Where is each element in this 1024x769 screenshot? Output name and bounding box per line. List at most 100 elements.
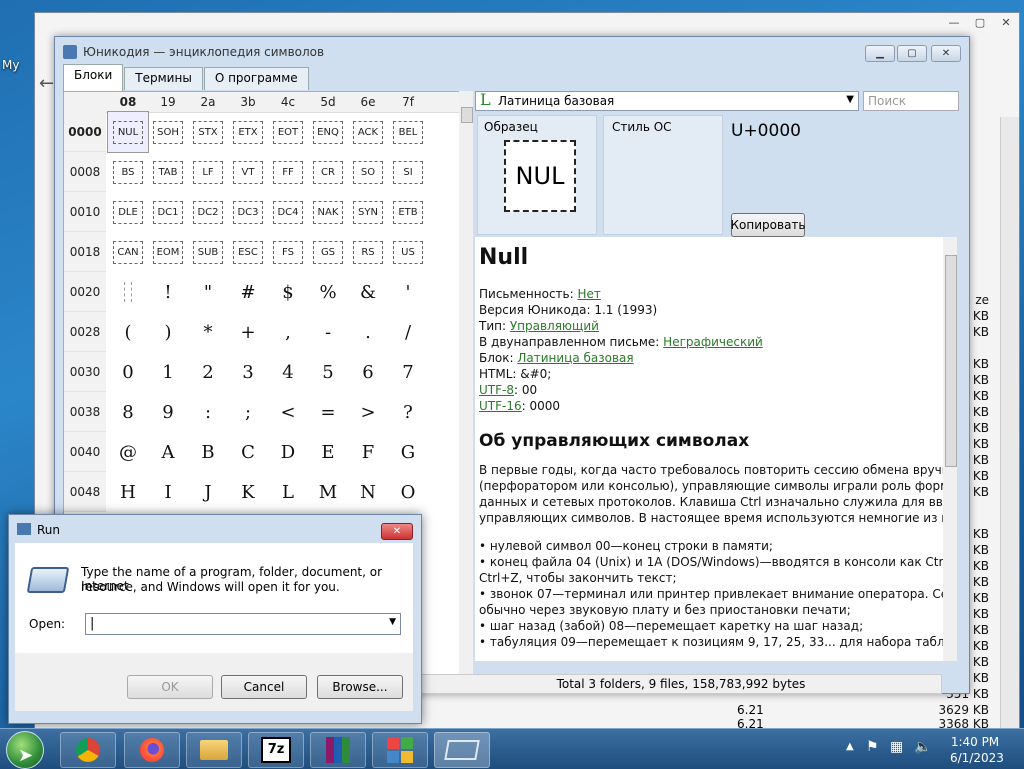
unicodia-icon[interactable] — [372, 732, 428, 768]
character-cell[interactable]: SOH — [148, 112, 188, 152]
character-cell[interactable]: & — [348, 272, 388, 312]
character-cell[interactable]: - — [308, 312, 348, 352]
character-cell[interactable]: . — [348, 312, 388, 352]
script-link[interactable]: Нет — [577, 287, 600, 301]
flag-icon[interactable]: ⚑ — [866, 739, 879, 755]
tab-blocks[interactable]: Блоки — [63, 64, 124, 91]
maximize-button[interactable]: ▢ — [897, 45, 927, 62]
character-cell[interactable]: STX — [188, 112, 228, 152]
character-cell[interactable]: CR — [308, 152, 348, 192]
character-cell[interactable]: DLE — [108, 192, 148, 232]
character-cell[interactable]: LF — [188, 152, 228, 192]
7zip-icon[interactable]: 7z — [248, 732, 304, 768]
block-link[interactable]: Латиница базовая — [517, 351, 633, 365]
character-cell[interactable]: ' — [388, 272, 428, 312]
show-hidden-icons[interactable]: ▲ — [846, 741, 854, 752]
character-cell[interactable]: N — [348, 472, 388, 512]
character-cell[interactable]: NAK — [308, 192, 348, 232]
character-cell[interactable]: 9 — [148, 392, 188, 432]
tab-about[interactable]: О программе — [203, 67, 309, 90]
character-cell[interactable]: US — [388, 232, 428, 272]
character-cell[interactable]: EOT — [268, 112, 308, 152]
character-cell[interactable]: : — [188, 392, 228, 432]
close-button[interactable]: ✕ — [381, 523, 413, 540]
character-cell[interactable] — [108, 272, 148, 312]
character-cell[interactable]: TAB — [148, 152, 188, 192]
character-cell[interactable]: 1 — [148, 352, 188, 392]
character-cell[interactable]: ! — [148, 272, 188, 312]
character-cell[interactable]: % — [308, 272, 348, 312]
character-cell[interactable]: ? — [388, 392, 428, 432]
character-cell[interactable]: ; — [228, 392, 268, 432]
character-cell[interactable]: ( — [108, 312, 148, 352]
utf8-link[interactable]: UTF-8 — [479, 383, 514, 397]
clock-date[interactable]: 6/1/2023 — [950, 751, 1004, 765]
character-cell[interactable]: GS — [308, 232, 348, 272]
character-cell[interactable]: 6 — [348, 352, 388, 392]
vertical-scrollbar[interactable] — [1000, 117, 1019, 731]
type-link[interactable]: Управляющий — [510, 319, 599, 333]
character-cell[interactable]: K — [228, 472, 268, 512]
network-icon[interactable]: ▦ — [890, 739, 903, 755]
character-cell[interactable]: D — [268, 432, 308, 472]
character-cell[interactable]: SYN — [348, 192, 388, 232]
character-cell[interactable]: ENQ — [308, 112, 348, 152]
character-cell[interactable]: $ — [268, 272, 308, 312]
character-cell[interactable]: ACK — [348, 112, 388, 152]
character-cell[interactable]: E — [308, 432, 348, 472]
character-cell[interactable]: ) — [148, 312, 188, 352]
character-cell[interactable]: I — [148, 472, 188, 512]
bidi-link[interactable]: Неграфический — [663, 335, 763, 349]
search-input[interactable]: Поиск — [863, 91, 959, 111]
character-cell[interactable]: 0 — [108, 352, 148, 392]
utf16-link[interactable]: UTF-16 — [479, 399, 522, 413]
character-cell[interactable]: 5 — [308, 352, 348, 392]
character-cell[interactable]: ETX — [228, 112, 268, 152]
character-cell[interactable]: * — [188, 312, 228, 352]
character-cell[interactable]: @ — [108, 432, 148, 472]
character-cell[interactable]: 7 — [388, 352, 428, 392]
character-cell[interactable]: M — [308, 472, 348, 512]
character-cell[interactable]: L — [268, 472, 308, 512]
volume-icon[interactable]: 🔈 — [914, 739, 931, 755]
character-cell[interactable]: DC4 — [268, 192, 308, 232]
browse-button[interactable]: Browse... — [317, 675, 403, 699]
character-cell[interactable]: VT — [228, 152, 268, 192]
character-cell[interactable]: EOM — [148, 232, 188, 272]
desktop-icon-label[interactable]: My — [2, 58, 19, 72]
chrome-icon[interactable] — [60, 732, 116, 768]
character-cell[interactable]: / — [388, 312, 428, 352]
character-cell[interactable]: 4 — [268, 352, 308, 392]
character-cell[interactable]: RS — [348, 232, 388, 272]
character-cell[interactable]: < — [268, 392, 308, 432]
character-cell[interactable]: B — [188, 432, 228, 472]
character-cell[interactable]: 3 — [228, 352, 268, 392]
tab-terms[interactable]: Термины — [124, 67, 203, 90]
character-cell[interactable]: BEL — [388, 112, 428, 152]
grid-scrollbar[interactable] — [459, 91, 473, 685]
character-cell[interactable]: A — [148, 432, 188, 472]
character-cell[interactable]: SUB — [188, 232, 228, 272]
cancel-button[interactable]: Cancel — [221, 675, 307, 699]
character-cell[interactable]: H — [108, 472, 148, 512]
character-cell[interactable]: SI — [388, 152, 428, 192]
maximize-icon[interactable]: ▢ — [967, 13, 993, 31]
character-cell[interactable]: CAN — [108, 232, 148, 272]
ok-button[interactable]: OK — [127, 675, 213, 699]
character-cell[interactable]: J — [188, 472, 228, 512]
minimize-button[interactable]: ▁ — [865, 45, 895, 62]
open-input[interactable]: | ▼ — [85, 613, 401, 635]
close-icon[interactable]: ✕ — [993, 13, 1019, 31]
character-cell[interactable]: NUL — [107, 111, 149, 153]
character-cell[interactable]: 8 — [108, 392, 148, 432]
character-cell[interactable]: > — [348, 392, 388, 432]
character-cell[interactable]: + — [228, 312, 268, 352]
character-cell[interactable]: ETB — [388, 192, 428, 232]
character-cell[interactable]: # — [228, 272, 268, 312]
copy-button[interactable]: Копировать — [731, 213, 805, 237]
character-cell[interactable]: 2 — [188, 352, 228, 392]
chevron-down-icon[interactable]: ▼ — [389, 617, 396, 627]
character-cell[interactable]: O — [388, 472, 428, 512]
firefox-icon[interactable] — [124, 732, 180, 768]
character-cell[interactable]: " — [188, 272, 228, 312]
